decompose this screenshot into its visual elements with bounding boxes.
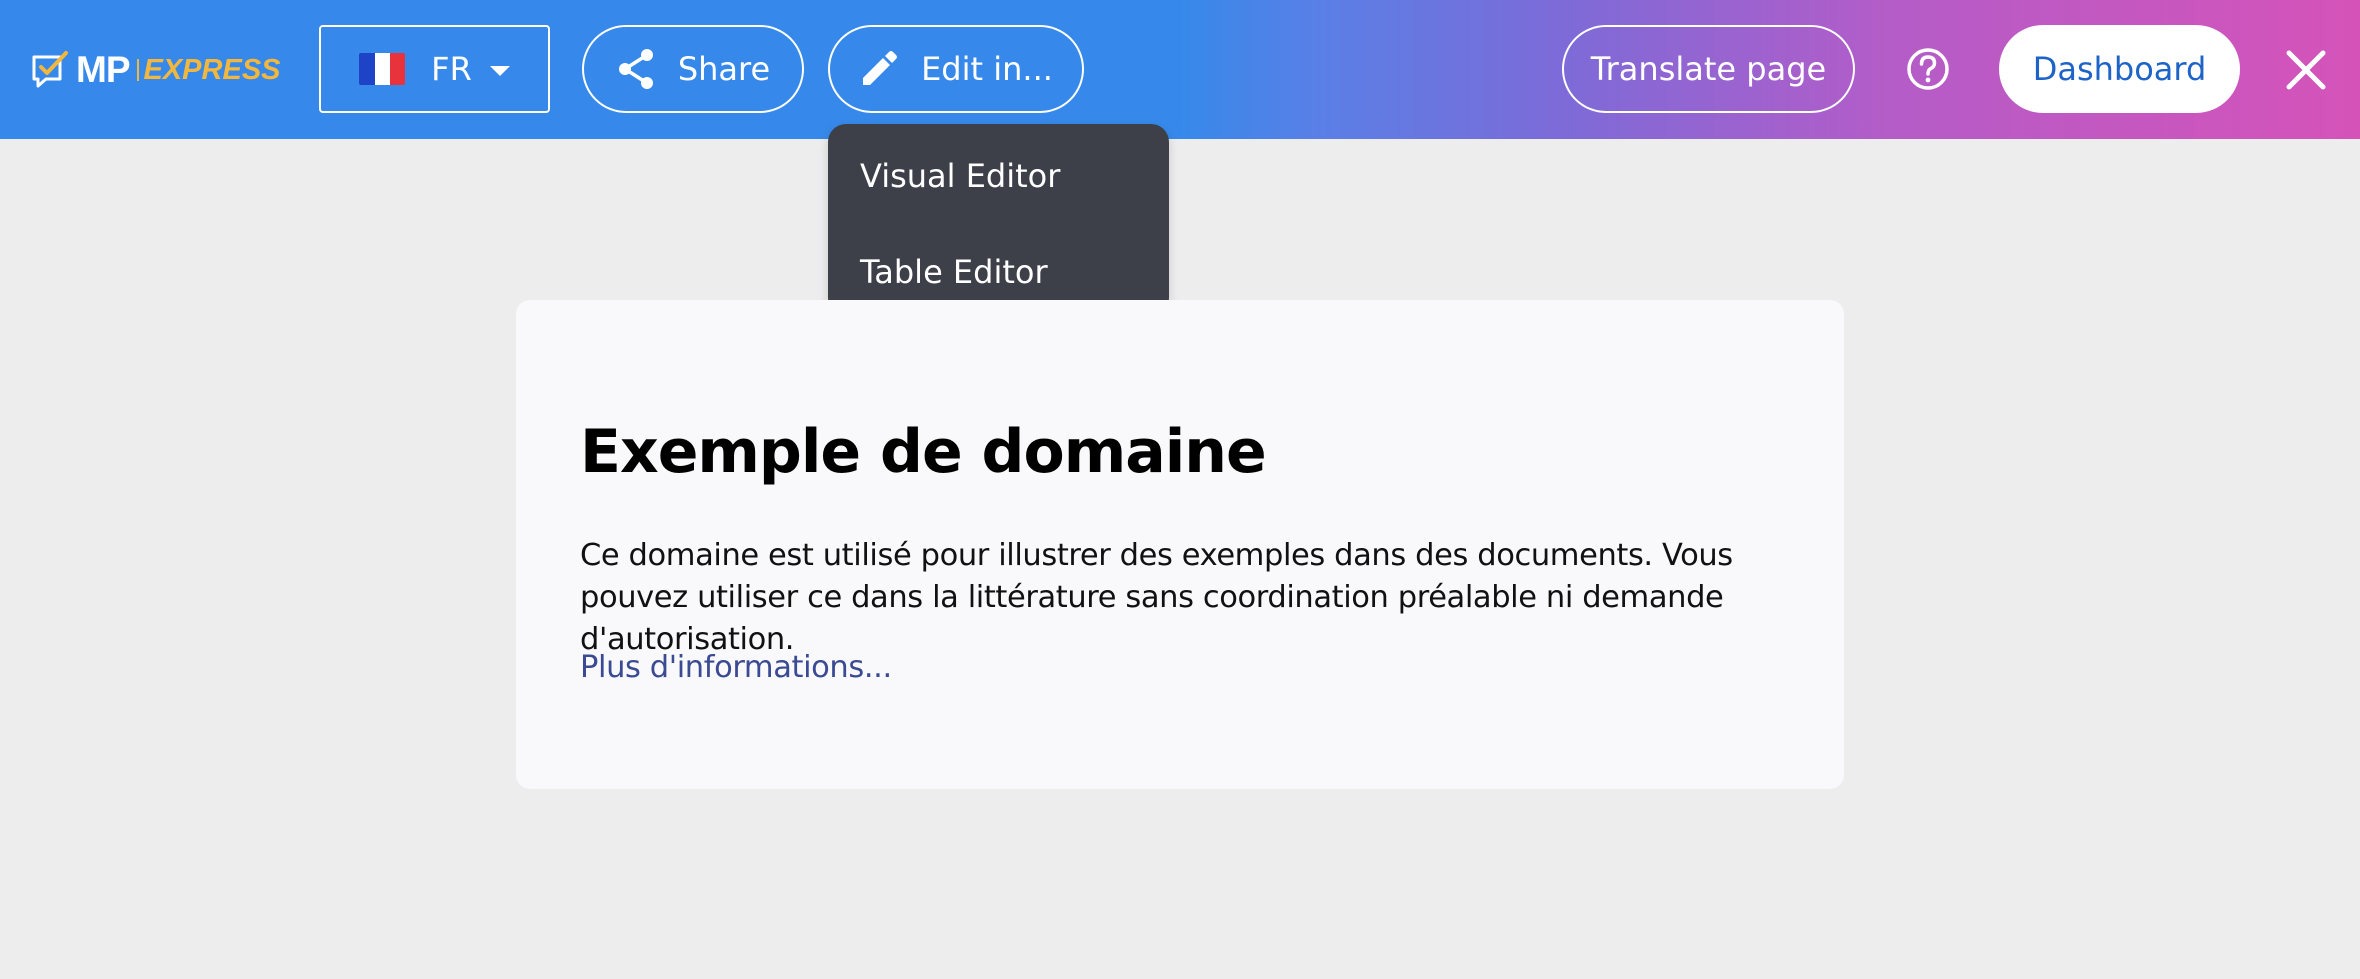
edit-in-label: Edit in... (921, 50, 1053, 88)
help-circle-icon[interactable] (1906, 47, 1950, 91)
close-icon[interactable] (2284, 48, 2328, 92)
chat-check-icon (32, 51, 68, 88)
page-title: Exemple de domaine (580, 417, 1267, 487)
more-info-link[interactable]: Plus d'informations... (580, 650, 892, 685)
edit-in-button[interactable]: Edit in... (828, 25, 1084, 113)
content-card: Exemple de domaine Ce domaine est utilis… (516, 300, 1844, 789)
menu-item-table-editor[interactable]: Table Editor (828, 242, 1169, 302)
dashboard-button[interactable]: Dashboard (1999, 25, 2240, 113)
top-toolbar: MP EXPRESS FR Share Edit in... Translate… (0, 0, 2360, 139)
logo-express-text: EXPRESS (143, 53, 281, 86)
logo-divider (136, 59, 139, 81)
translate-page-label: Translate page (1590, 50, 1827, 88)
pencil-icon (863, 51, 898, 85)
language-selector[interactable]: FR (319, 25, 550, 113)
edit-in-menu: Visual Editor Table Editor (828, 124, 1169, 316)
france-flag-icon (359, 53, 406, 85)
language-code: FR (431, 50, 472, 88)
page-description: Ce domaine est utilisé pour illustrer de… (580, 538, 1733, 657)
menu-item-visual-editor[interactable]: Visual Editor (828, 146, 1169, 206)
share-label: Share (677, 50, 771, 88)
logo-mp-text: MP (76, 49, 130, 90)
share-icon (618, 49, 653, 89)
caret-down-icon (489, 66, 510, 76)
translate-page-button[interactable]: Translate page (1562, 25, 1855, 113)
dashboard-label: Dashboard (2032, 50, 2207, 88)
logo[interactable]: MP EXPRESS (30, 46, 281, 94)
share-button[interactable]: Share (582, 25, 804, 113)
